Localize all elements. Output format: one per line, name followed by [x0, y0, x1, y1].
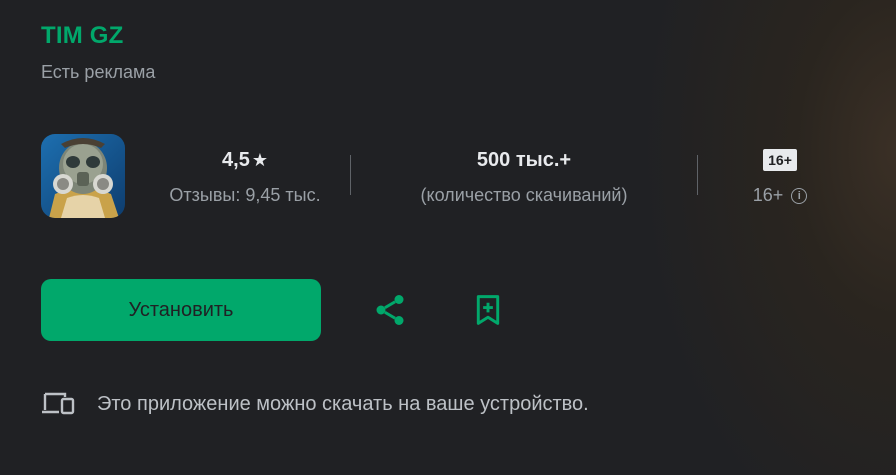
downloads-value: 500 тыс.+	[476, 148, 572, 171]
content-rating-stat[interactable]: 16+ 16+ i	[698, 140, 862, 206]
age-rating-row: 16+ i	[753, 185, 808, 206]
info-icon[interactable]: i	[791, 187, 808, 204]
device-availability: Это приложение можно скачать на ваше уст…	[41, 390, 589, 418]
star-icon: ★	[251, 149, 268, 170]
contains-ads-note: Есть реклама	[41, 62, 156, 82]
add-to-wishlist-button[interactable]	[468, 290, 508, 330]
share-button[interactable]	[370, 290, 410, 330]
app-details-page: TIM GZ Есть реклама 4,5 ★ Отзывы: 9,45 т…	[0, 0, 896, 475]
downloads-label: (количество скачиваний)	[420, 185, 628, 205]
age-rating-label: 16+	[752, 185, 784, 205]
rating-value: 4,5	[222, 148, 250, 171]
app-icon	[41, 134, 125, 218]
share-icon	[376, 295, 404, 325]
age-rating-badge: 16+	[763, 149, 797, 171]
app-title: TIM GZ	[41, 22, 124, 49]
install-button[interactable]: Установить	[41, 279, 321, 341]
rating-stat[interactable]: 4,5 ★ Отзывы: 9,45 тыс.	[140, 140, 350, 206]
reviews-count: Отзывы: 9,45 тыс.	[169, 185, 321, 205]
rating-value-row: 4,5 ★	[222, 147, 268, 173]
age-badge-row: 16+	[763, 147, 797, 173]
devices-icon	[42, 392, 75, 415]
device-availability-text: Это приложение можно скачать на ваше уст…	[97, 392, 589, 415]
wishlist-add-icon	[476, 295, 500, 325]
downloads-stat: 500 тыс.+ (количество скачиваний)	[351, 140, 697, 206]
stats-row: 4,5 ★ Отзывы: 9,45 тыс. 500 тыс.+ (колич…	[140, 140, 862, 220]
